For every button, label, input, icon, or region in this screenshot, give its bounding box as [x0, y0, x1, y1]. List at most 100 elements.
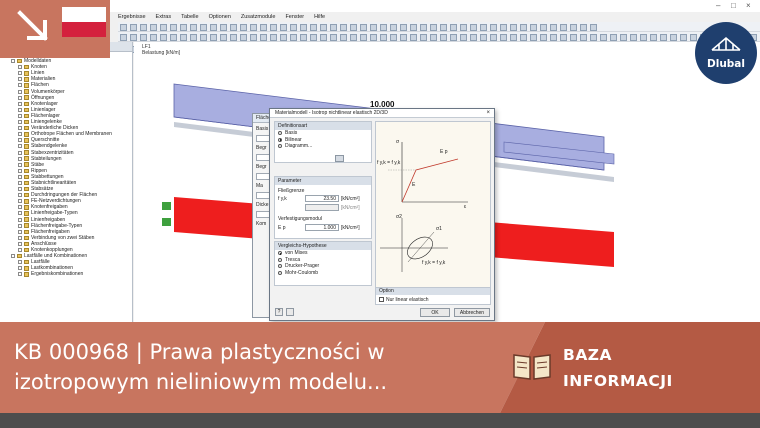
toolbar-button-icon[interactable]	[549, 33, 557, 41]
toolbar-button-icon[interactable]	[369, 33, 377, 41]
toolbar-button-icon[interactable]	[499, 23, 507, 31]
toolbar-button-icon[interactable]	[459, 33, 467, 41]
toolbar-button-icon[interactable]	[319, 23, 327, 31]
toolbar-button-icon[interactable]	[349, 23, 357, 31]
toolbar-button-icon[interactable]	[599, 33, 607, 41]
expand-toggle-icon[interactable]	[18, 168, 22, 173]
navigator-item[interactable]: Ergebniskombinationen	[0, 271, 132, 277]
linear-only-checkbox[interactable]	[379, 297, 384, 302]
toolbar-button-icon[interactable]	[429, 23, 437, 31]
toolbar-button-icon[interactable]	[289, 23, 297, 31]
radio-icon[interactable]	[278, 264, 282, 269]
expand-toggle-icon[interactable]	[18, 113, 22, 118]
radio-option[interactable]: Mohr-Coulomb	[275, 270, 371, 277]
toolbar-button-icon[interactable]	[179, 23, 187, 31]
toolbar-button-icon[interactable]	[389, 33, 397, 41]
toolbar-button-icon[interactable]	[309, 33, 317, 41]
expand-toggle-icon[interactable]	[18, 260, 22, 265]
dialog-close-icon[interactable]: ×	[486, 109, 490, 118]
toolbar-button-icon[interactable]	[589, 33, 597, 41]
radio-icon[interactable]	[278, 257, 282, 262]
expand-toggle-icon[interactable]	[18, 193, 22, 198]
toolbar-button-icon[interactable]	[469, 33, 477, 41]
toolbar-button-icon[interactable]	[149, 33, 157, 41]
toolbar-button-icon[interactable]	[669, 33, 677, 41]
toolbar-button-icon[interactable]	[539, 23, 547, 31]
fy-input[interactable]: 23.50	[305, 195, 339, 202]
toolbar-button-icon[interactable]	[609, 33, 617, 41]
toolbar-button-icon[interactable]	[409, 23, 417, 31]
toolbar-button-icon[interactable]	[509, 33, 517, 41]
toolbar-button-icon[interactable]	[519, 33, 527, 41]
menu-item[interactable]: Optionen	[209, 14, 231, 20]
toolbar-button-icon[interactable]	[269, 33, 277, 41]
expand-toggle-icon[interactable]	[18, 65, 22, 70]
toolbar-button-icon[interactable]	[169, 23, 177, 31]
radio-icon[interactable]	[278, 137, 282, 142]
toolbar-button-icon[interactable]	[259, 23, 267, 31]
toolbar-button-icon[interactable]	[649, 33, 657, 41]
expand-toggle-icon[interactable]	[18, 107, 22, 112]
expand-toggle-icon[interactable]	[18, 211, 22, 216]
radio-icon[interactable]	[278, 270, 282, 275]
toolbar-button-icon[interactable]	[329, 23, 337, 31]
toolbar-button-icon[interactable]	[659, 33, 667, 41]
expand-toggle-icon[interactable]	[18, 205, 22, 210]
toolbar-button-icon[interactable]	[539, 33, 547, 41]
expand-toggle-icon[interactable]	[18, 217, 22, 222]
expand-toggle-icon[interactable]	[18, 180, 22, 185]
expand-toggle-icon[interactable]	[18, 266, 22, 271]
expand-toggle-icon[interactable]	[18, 120, 22, 125]
toolbar-button-icon[interactable]	[399, 33, 407, 41]
toolbar-button-icon[interactable]	[379, 23, 387, 31]
toolbar-button-icon[interactable]	[259, 33, 267, 41]
toolbar-button-icon[interactable]	[139, 23, 147, 31]
expand-toggle-icon[interactable]	[18, 162, 22, 167]
toolbar-button-icon[interactable]	[199, 33, 207, 41]
toolbar-button-icon[interactable]	[299, 33, 307, 41]
toolbar-button-icon[interactable]	[149, 23, 157, 31]
toolbar-button-icon[interactable]	[569, 23, 577, 31]
menu-item[interactable]: Fenster	[285, 14, 304, 20]
toolbar-button-icon[interactable]	[139, 33, 147, 41]
toolbar-button-icon[interactable]	[379, 33, 387, 41]
toolbar-button-icon[interactable]	[519, 23, 527, 31]
toolbar-button-icon[interactable]	[209, 33, 217, 41]
toolbar-button-icon[interactable]	[489, 33, 497, 41]
toolbar-button-icon[interactable]	[589, 23, 597, 31]
toolbar-button-icon[interactable]	[289, 33, 297, 41]
toolbar-button-icon[interactable]	[169, 33, 177, 41]
toolbar-button-icon[interactable]	[389, 23, 397, 31]
toolbar-button-icon[interactable]	[369, 23, 377, 31]
toolbar-button-icon[interactable]	[509, 23, 517, 31]
toolbar-button-icon[interactable]	[119, 33, 127, 41]
toolbar-button-icon[interactable]	[409, 33, 417, 41]
toolbar-button-icon[interactable]	[569, 33, 577, 41]
ep-input[interactable]: 1.000	[305, 224, 339, 231]
toolbar-button-icon[interactable]	[219, 33, 227, 41]
toolbar-button-icon[interactable]	[639, 33, 647, 41]
toolbar-button-icon[interactable]	[219, 23, 227, 31]
toolbar-button-icon[interactable]	[559, 23, 567, 31]
toolbar-button-icon[interactable]	[339, 23, 347, 31]
toolbar-button-icon[interactable]	[479, 33, 487, 41]
toolbar-button-icon[interactable]	[429, 33, 437, 41]
toolbar-button-icon[interactable]	[359, 23, 367, 31]
expand-toggle-icon[interactable]	[18, 83, 22, 88]
toolbar-button-icon[interactable]	[469, 23, 477, 31]
reset-icon[interactable]	[286, 308, 294, 316]
expand-toggle-icon[interactable]	[18, 223, 22, 228]
expand-toggle-icon[interactable]	[18, 126, 22, 131]
minimize-icon[interactable]: –	[716, 1, 720, 10]
ok-button[interactable]: OK	[420, 308, 450, 317]
toolbar-button-icon[interactable]	[279, 23, 287, 31]
toolbar-button-icon[interactable]	[329, 33, 337, 41]
toolbar-button-icon[interactable]	[159, 23, 167, 31]
toolbar-button-icon[interactable]	[529, 33, 537, 41]
expand-toggle-icon[interactable]	[18, 187, 22, 192]
toolbar-button-icon[interactable]	[239, 33, 247, 41]
toolbar-button-icon[interactable]	[119, 23, 127, 31]
expand-toggle-icon[interactable]	[18, 174, 22, 179]
radio-icon[interactable]	[278, 144, 282, 149]
expand-toggle-icon[interactable]	[18, 248, 22, 252]
